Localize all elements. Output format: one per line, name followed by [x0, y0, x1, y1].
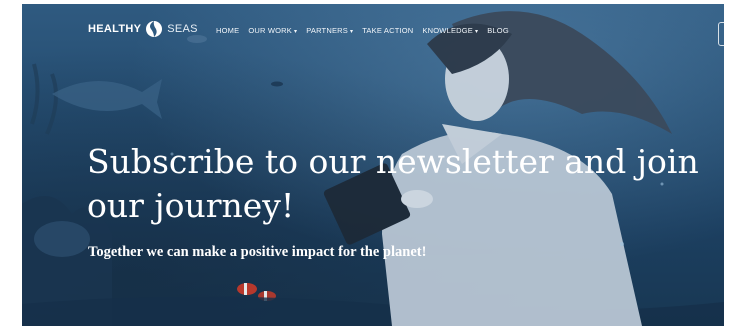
logo-wave-icon: [146, 21, 163, 37]
header-action-button[interactable]: [718, 22, 724, 46]
nav-item-knowledge[interactable]: KNOWLEDGE ▾: [422, 26, 478, 35]
hero-section: HEALTHY SEAS HOME OUR WORK ▾ PARTNERS ▾ TA…: [22, 4, 724, 326]
bubble: [620, 242, 624, 246]
hero-subheadline: Together we can make a positive impact f…: [88, 244, 427, 260]
healthy-seas-logo[interactable]: HEALTHY SEAS: [88, 20, 198, 38]
nav-item-home[interactable]: HOME: [216, 26, 239, 35]
coral-round: [34, 221, 90, 257]
logo-text-seas: SEAS: [167, 23, 198, 35]
fish-large: [52, 79, 162, 119]
logo-text-healthy: HEALTHY: [88, 23, 142, 35]
nav-item-our-work[interactable]: OUR WORK ▾: [248, 26, 297, 35]
nav-item-take-action[interactable]: TAKE ACTION: [362, 26, 413, 35]
nav-item-partners[interactable]: PARTNERS ▾: [306, 26, 353, 35]
chevron-down-icon: ▾: [294, 29, 298, 35]
fish-small: [271, 81, 283, 87]
hero-headline: Subscribe to our newsletter and join our…: [87, 142, 699, 225]
nav-item-blog[interactable]: BLOG: [487, 26, 509, 35]
chevron-down-icon: ▾: [475, 29, 479, 35]
top-navigation: HEALTHY SEAS HOME OUR WORK ▾ PARTNERS ▾ TA…: [22, 4, 724, 64]
seaweed-left: [30, 63, 58, 135]
main-menu: HOME OUR WORK ▾ PARTNERS ▾ TAKE ACTION KNO…: [216, 26, 509, 35]
chevron-down-icon: ▾: [349, 29, 354, 35]
